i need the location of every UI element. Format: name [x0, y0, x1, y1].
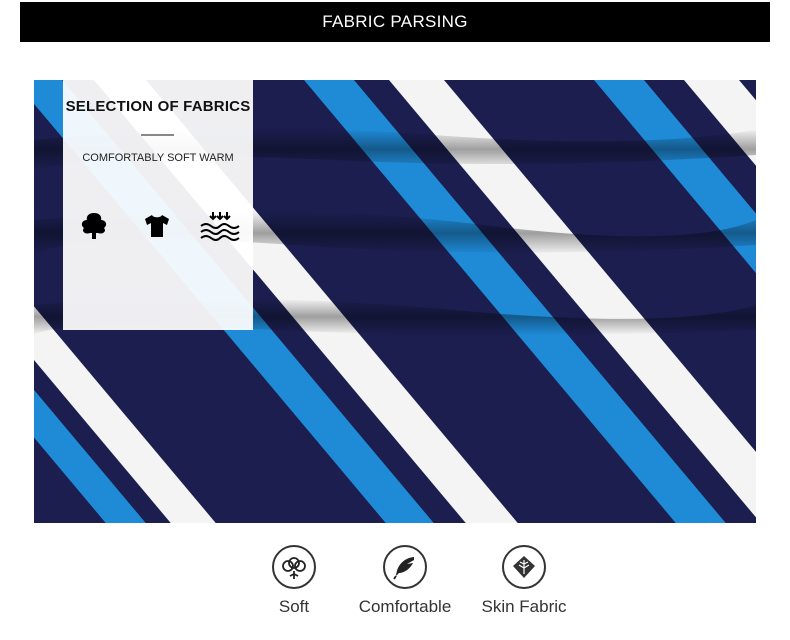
tshirt-icon	[136, 208, 178, 244]
feature-label: Comfortable	[358, 597, 452, 616]
cotton-tree-icon	[73, 208, 115, 244]
modal-leaf-icon	[502, 545, 546, 589]
card-divider	[141, 134, 174, 136]
fabric-info-card: SELECTION OF FABRICS COMFORTABLY SOFT WA…	[63, 48, 253, 330]
feature-soft: Soft	[234, 545, 354, 617]
card-title: SELECTION OF FABRICS	[65, 98, 251, 115]
feather-icon	[383, 545, 427, 589]
feature-comfortable: Comfortable	[345, 545, 465, 617]
feature-label: Soft	[278, 597, 310, 616]
card-subtitle: COMFORTABLY SOFT WARM	[82, 152, 234, 164]
banner-title: FABRIC PARSING	[322, 12, 468, 31]
feature-skin-fabric: Skin Fabric	[464, 545, 584, 617]
header-banner: FABRIC PARSING	[20, 2, 770, 42]
cotton-flower-icon	[272, 545, 316, 589]
feature-label: Skin Fabric	[481, 597, 567, 616]
water-absorb-icon	[199, 208, 241, 244]
